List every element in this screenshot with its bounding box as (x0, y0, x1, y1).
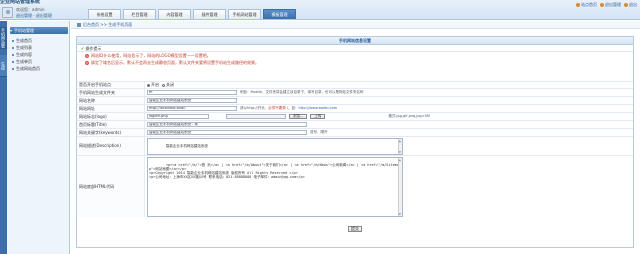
row-logo: 网站标志(logo) logom.png 浏览... 上传 格式:jpg,gif… (77, 112, 633, 120)
tip-number-icon: 2 (85, 61, 89, 65)
brand-logo: 企业网站管理系统 (0, 0, 41, 5)
breadcrumb: 后台首页 >> 生成手机页面 (71, 21, 640, 29)
row-keywords: 网站关键字(keywords) 智能企业手机网站建站系统 逗号，隔开 (77, 128, 633, 136)
upload-button[interactable]: 上传 (310, 114, 326, 119)
site-url-hint-prefix: 请以http://开头， (240, 106, 269, 110)
radio-off-icon (162, 83, 165, 87)
title-input[interactable]: 智能企业手机网站建站系统 - 标 (147, 122, 307, 127)
keywords-hint: 逗号，隔开 (310, 130, 328, 134)
submit-row: 提交 (77, 224, 633, 234)
site-url-hint-example: http://www.baidu.com (298, 106, 337, 110)
toplink-home[interactable]: 站点首页 (576, 2, 597, 8)
footer-html-text: <p><a href="/m/">首 页</a> | <a href="/m/A… (149, 163, 399, 179)
label-site-url: 网站网址 (77, 105, 145, 112)
row-mobile-enable: 是否开启手机站点 开启 关闭 (77, 81, 633, 88)
user-box: 欢迎您：admin 退出管理 · 退出管理 (0, 6, 70, 20)
tip-text: 网站ID什么使用，网站显示了，网站的LOGO模型设置一一设置吧。 (91, 53, 211, 58)
footer-html-textarea[interactable]: <p><a href="/m/">首 页</a> | <a href="/m/A… (147, 157, 403, 217)
logo-hint: 格式:jpg,gif,png,jpg<5M (388, 114, 430, 118)
home-icon (576, 3, 580, 7)
top-bar: 企业网站管理系统 欢迎您：admin 退出管理 · 退出管理 系统设置 栏目管理… (0, 0, 640, 20)
tip-number-icon: 1 (85, 54, 89, 58)
top-links: 站点首页 退出管理 退出 (576, 2, 637, 8)
tab-system[interactable]: 系统设置 (88, 9, 121, 19)
sidebar-item-gen-list[interactable]: 生成列表 (12, 44, 68, 51)
radio-enable-label: 开启 (151, 82, 159, 87)
row-site-name: 网站名称 智能企业手机网站建站系统 (77, 96, 633, 104)
tip-item: 1 网站ID什么使用，网站显示了，网站的LOGO模型设置一一设置吧。 (77, 52, 633, 59)
tab-mobile[interactable]: 手机网站管理 (228, 9, 261, 19)
user-greeting: 欢迎您：admin (16, 7, 45, 12)
description-textarea[interactable]: 智能企业手机网站建站系统 (147, 138, 403, 155)
label-keywords: 网站关键字(keywords) (77, 129, 145, 136)
user-links[interactable]: 退出管理 · 退出管理 (16, 13, 52, 18)
tip-text: 绑定了域名后显示，默认不会再去生成静态页面，默认文件夹要将设置手机站生成路径的效… (91, 60, 259, 65)
sidebar-items: 生成首页 生成列表 生成内容 生成单页 生成网站首页 (12, 37, 68, 72)
footer-html-scrollbar[interactable] (398, 158, 402, 216)
sidebar-item-gen-home[interactable]: 生成首页 (12, 37, 68, 44)
label-description: 网站描述(Description) (77, 137, 145, 155)
exit-icon (624, 3, 628, 7)
settings-panel: 手机网站信息设置 操作提示 1网站ID什么使用，网站显示了，网站的LOGO模型设… (76, 36, 634, 248)
main-tabs: 系统设置 栏目管理 内容管理 插件管理 手机网站管理 模板管理 (88, 9, 296, 19)
submit-button[interactable]: 提交 (348, 226, 362, 232)
sidebar-group-header[interactable]: 手机站管理 (10, 27, 68, 34)
toplink-logout-label: 退出管理 (605, 2, 621, 7)
sidebar-item-gen-site-home[interactable]: 生成网站首页 (12, 65, 68, 72)
sidebar: 手机网站管理 生成 手机站管理 生成首页 生成列表 生成内容 生成单页 生成网站… (0, 21, 70, 254)
toplink-exit-label: 退出 (629, 2, 637, 7)
tab-templates[interactable]: 模板管理 (263, 9, 296, 19)
tab-content[interactable]: 内容管理 (158, 9, 191, 19)
row-mobile-dir: 手机网站生成文件夹 m 例如：Mobile，文件夹将会建立该目录下，填写目录，也… (77, 88, 633, 96)
site-url-hint-warning: 必须不要带 / (268, 106, 289, 110)
vertical-tab-generate[interactable]: 生成 (0, 55, 7, 77)
site-url-hint: 请以http://开头，必须不要带 /，如：http://www.baidu.c… (240, 106, 337, 111)
description-scrollbar[interactable] (398, 139, 402, 154)
vertical-tab-mobile[interactable]: 手机网站管理 (0, 27, 7, 49)
radio-disable-label: 关闭 (166, 82, 174, 87)
label-site-name: 网站名称 (77, 97, 145, 104)
tab-columns[interactable]: 栏目管理 (123, 9, 156, 19)
home-icon (77, 23, 81, 27)
logo-file-input[interactable] (226, 114, 286, 119)
radio-on-icon (147, 83, 150, 87)
toplink-exit[interactable]: 退出 (624, 2, 637, 8)
breadcrumb-text[interactable]: 后台首页 >> 生成手机页面 (83, 22, 132, 27)
site-url-hint-mid: ，如： (288, 106, 299, 110)
site-name-input[interactable]: 智能企业手机网站建站系统 (147, 98, 237, 103)
settings-form: 是否开启手机站点 开启 关闭 手机网站生成文件夹 m 例如：Mobile，文件夹… (77, 81, 633, 217)
row-footer-html: 网站底部HTML代码 <p><a href="/m/">首 页</a> | <a… (77, 155, 633, 217)
mobile-dir-hint: 例如：Mobile，文件夹将会建立该目录下，填写目录，也可以是网站文件夹名称 (240, 90, 364, 94)
sidebar-item-gen-page[interactable]: 生成单页 (12, 58, 68, 65)
toplink-logout[interactable]: 退出管理 (600, 2, 621, 8)
sidebar-item-gen-content[interactable]: 生成内容 (12, 51, 68, 58)
toplink-home-label: 站点首页 (581, 2, 597, 7)
avatar (2, 7, 13, 18)
label-mobile-dir: 手机网站生成文件夹 (77, 89, 145, 96)
panel-title: 手机网站信息设置 (77, 37, 633, 45)
tab-plugins[interactable]: 插件管理 (193, 9, 226, 19)
logo-input[interactable]: logom.png (147, 114, 209, 119)
row-site-url: 网站网址 http://localhost:8080 请以http://开头，必… (77, 104, 633, 112)
browse-button[interactable]: 浏览... (289, 114, 308, 119)
tips-title: 操作提示 (77, 45, 633, 52)
sidebar-strip: 手机网站管理 生成 (0, 21, 7, 254)
label-footer-html: 网站底部HTML代码 (77, 156, 145, 217)
label-logo: 网站标志(logo) (77, 113, 145, 120)
mobile-dir-input[interactable]: m (147, 90, 237, 95)
row-description: 网站描述(Description) 智能企业手机网站建站系统 (77, 136, 633, 155)
site-url-input[interactable]: http://localhost:8080 (147, 106, 237, 111)
logout-icon (600, 3, 604, 7)
description-text: 智能企业手机网站建站系统 (165, 144, 208, 148)
keywords-input[interactable]: 智能企业手机网站建站系统 (147, 130, 307, 135)
tip-item: 2 绑定了域名后显示，默认不会再去生成静态页面，默认文件夹要将设置手机站生成路径的… (77, 59, 633, 66)
label-title: 首页标题(Title) (77, 121, 145, 128)
row-title: 首页标题(Title) 智能企业手机网站建站系统 - 标 (77, 120, 633, 128)
